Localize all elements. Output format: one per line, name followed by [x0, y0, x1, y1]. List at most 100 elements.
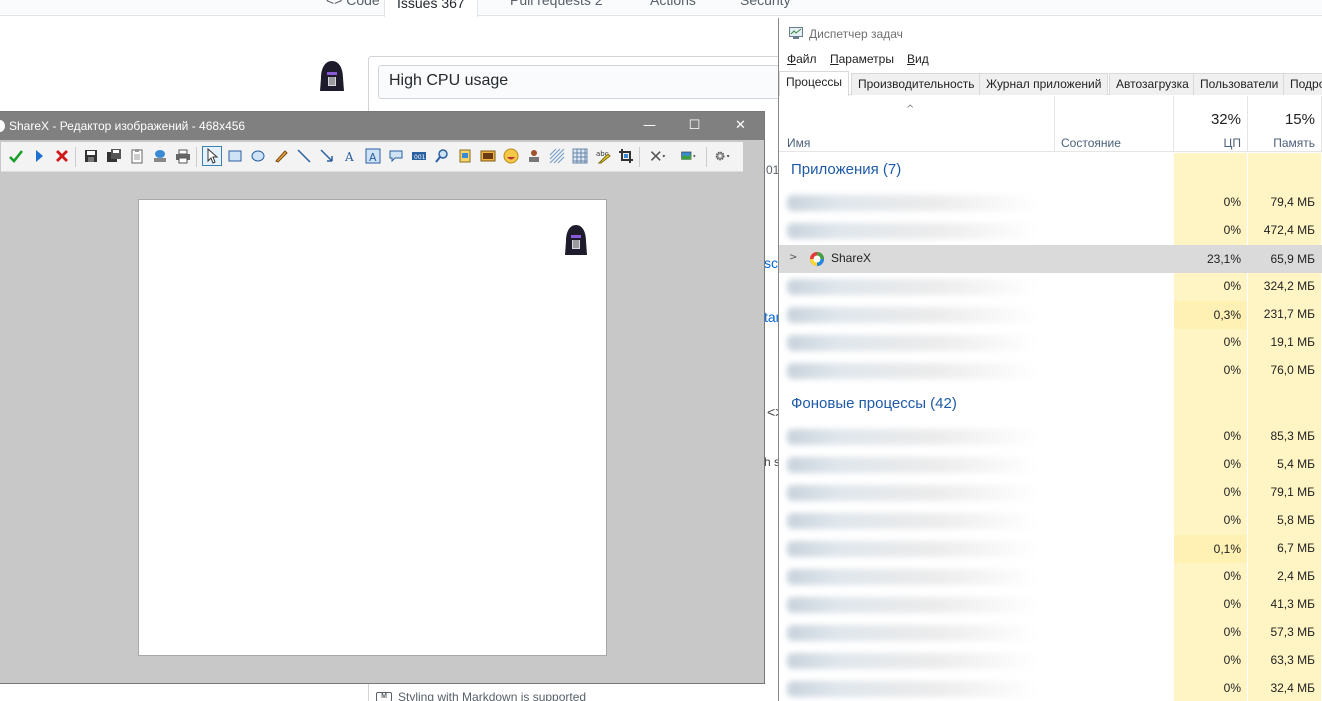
process-row[interactable]: 0% 19,1 МБ: [779, 329, 1322, 357]
tab-users[interactable]: Пользователи: [1193, 73, 1286, 95]
cpu-cell: 0%: [1223, 653, 1241, 667]
sharex-titlebar[interactable]: ShareX - Редактор изображений - 468x456 …: [0, 112, 764, 140]
redacted-process-name: [787, 597, 1037, 613]
menu-options[interactable]: Параметры: [830, 52, 894, 66]
print-icon[interactable]: [173, 146, 193, 166]
column-status[interactable]: Состояние: [1061, 136, 1121, 150]
task-manager-titlebar[interactable]: Диспетчер задач: [779, 18, 1322, 50]
tab-details[interactable]: Подро: [1283, 73, 1322, 95]
cpu-cell: 0%: [1223, 195, 1241, 209]
column-memory[interactable]: Память: [1248, 136, 1315, 150]
process-row[interactable]: 0% 79,4 МБ: [779, 189, 1322, 217]
menu-file[interactable]: Файл: [787, 52, 817, 66]
step-icon[interactable]: 001: [409, 146, 429, 166]
blur-icon[interactable]: [547, 146, 567, 166]
process-row[interactable]: 0% 57,3 МБ: [779, 619, 1322, 647]
cpu-cell: 0%: [1223, 279, 1241, 293]
text-outline-icon[interactable]: A: [340, 146, 360, 166]
process-row[interactable]: 0,1% 6,7 МБ: [779, 535, 1322, 563]
redacted-process-name: [787, 625, 1037, 641]
line-icon[interactable]: [294, 146, 314, 166]
task-manager-window: Диспетчер задач Файл Параметры Вид Проце…: [778, 18, 1322, 701]
toolbar-separator: [196, 147, 197, 167]
tab-performance[interactable]: Производительность: [851, 73, 982, 95]
emoji-icon[interactable]: [501, 146, 521, 166]
column-cpu[interactable]: ЦП: [1174, 136, 1241, 150]
image-canvas[interactable]: [138, 199, 607, 656]
sharex-app-icon: [0, 120, 5, 132]
save-icon[interactable]: [81, 146, 101, 166]
magnify-icon[interactable]: [432, 146, 452, 166]
cpu-cell: 0,1%: [1174, 535, 1247, 563]
process-row[interactable]: 0,3% 231,7 МБ: [779, 301, 1322, 329]
process-row[interactable]: 0% 63,3 МБ: [779, 647, 1322, 675]
cpu-cell: 0%: [1223, 513, 1241, 527]
ellipse-icon[interactable]: [248, 146, 268, 166]
close-button[interactable]: ✕: [718, 112, 763, 140]
cursor-icon[interactable]: [524, 146, 544, 166]
group-header-background[interactable]: Фоновые процессы (42): [779, 387, 1322, 423]
image-icon[interactable]: [455, 146, 475, 166]
process-row[interactable]: 0% 5,8 МБ: [779, 507, 1322, 535]
process-row[interactable]: 0% 5,4 МБ: [779, 451, 1322, 479]
tab-processes[interactable]: Процессы: [779, 71, 850, 96]
crop-icon[interactable]: [616, 146, 636, 166]
pixelate-icon[interactable]: [570, 146, 590, 166]
select-icon[interactable]: [202, 146, 222, 166]
process-row-sharex[interactable]: > ShareX 23,1% 65,9 МБ: [779, 245, 1322, 273]
minimize-button[interactable]: —: [627, 112, 672, 140]
memory-cell: 32,4 МБ: [1270, 681, 1315, 695]
confirm-icon[interactable]: [6, 146, 26, 166]
arrow-icon[interactable]: [317, 146, 337, 166]
speech-balloon-icon[interactable]: [386, 146, 406, 166]
memory-cell: 85,3 МБ: [1270, 429, 1315, 443]
captured-avatar-image[interactable]: [563, 224, 589, 256]
markdown-hint[interactable]: M Styling with Markdown is supported: [376, 690, 586, 701]
freehand-icon[interactable]: [271, 146, 291, 166]
menu-view[interactable]: Вид: [907, 52, 929, 66]
tab-pull-requests[interactable]: Pull requests 2: [506, 0, 607, 16]
sort-caret-icon[interactable]: ^: [906, 104, 914, 115]
issue-title-input[interactable]: High CPU usage: [378, 65, 798, 99]
svg-text:001: 001: [414, 154, 426, 161]
process-row[interactable]: 0% 324,2 МБ: [779, 273, 1322, 301]
upload-image-icon[interactable]: [150, 146, 170, 166]
redacted-process-name: [787, 363, 1037, 379]
highlight-icon[interactable]: abc: [593, 146, 613, 166]
process-row[interactable]: 0% 2,4 МБ: [779, 563, 1322, 591]
memory-cell: 41,3 МБ: [1270, 597, 1315, 611]
tab-security[interactable]: Security: [736, 0, 795, 16]
group-header-apps[interactable]: Приложения (7): [779, 153, 1322, 189]
tab-actions[interactable]: Actions: [646, 0, 700, 16]
sticker-icon[interactable]: [478, 146, 498, 166]
copy-icon[interactable]: [127, 146, 147, 166]
process-row[interactable]: 0% 79,1 МБ: [779, 479, 1322, 507]
cpu-cell: 0%: [1223, 223, 1241, 237]
process-row[interactable]: 0% 85,3 МБ: [779, 423, 1322, 451]
tab-startup[interactable]: Автозагрузка: [1109, 73, 1196, 95]
effects-icon[interactable]: [674, 146, 704, 166]
tab-app-history[interactable]: Журнал приложений: [979, 73, 1109, 95]
repo-nav-tabs: <> Code Issues 367 Pull requests 2 Actio…: [0, 0, 1322, 17]
tab-issues[interactable]: Issues 367: [384, 0, 478, 17]
process-row[interactable]: 0% 41,3 МБ: [779, 591, 1322, 619]
memory-cell: 324,2 МБ: [1263, 279, 1315, 293]
save-as-icon[interactable]: [104, 146, 124, 166]
process-row[interactable]: 0% 32,4 МБ: [779, 675, 1322, 701]
upload-icon[interactable]: [29, 146, 49, 166]
settings-icon[interactable]: [710, 146, 736, 166]
tab-code[interactable]: <> Code: [322, 0, 384, 16]
user-avatar[interactable]: [318, 60, 346, 92]
column-name[interactable]: Имя: [787, 136, 810, 150]
tools-icon[interactable]: [645, 146, 671, 166]
maximize-button[interactable]: ☐: [672, 112, 717, 140]
text-background-icon[interactable]: A: [363, 146, 383, 166]
process-row[interactable]: 0% 472,4 МБ: [779, 217, 1322, 245]
expand-chevron-icon[interactable]: >: [789, 252, 797, 263]
cancel-icon[interactable]: [52, 146, 72, 166]
process-row[interactable]: 0% 76,0 МБ: [779, 357, 1322, 385]
rectangle-icon[interactable]: [225, 146, 245, 166]
memory-cell: 63,3 МБ: [1270, 653, 1315, 667]
redacted-process-name: [787, 485, 1037, 501]
cpu-cell: 0%: [1223, 681, 1241, 695]
